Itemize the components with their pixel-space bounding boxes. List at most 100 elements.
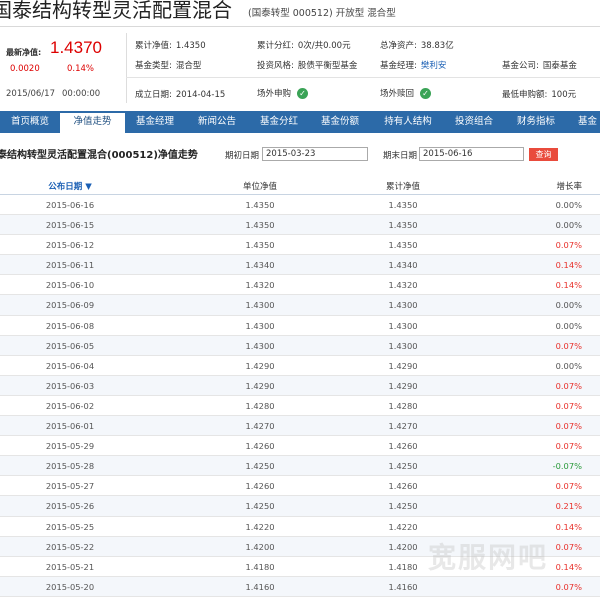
- table-row: 2015-05-27 1.4260 1.4260 0.07%: [0, 476, 600, 497]
- acc-nav-cell: 1.4350: [388, 240, 418, 251]
- assets-label: 总净资产:: [380, 41, 417, 51]
- offsite-purchase: 场外申购 ✓: [257, 87, 309, 99]
- unit-nav-cell: 1.4260: [245, 441, 275, 452]
- table-row: 2015-06-05 1.4300 1.4300 0.07%: [0, 335, 600, 356]
- check-icon: ✓: [297, 88, 309, 99]
- tab-portfolio[interactable]: 投资组合: [444, 111, 504, 133]
- acc-nav-cell: 1.4160: [388, 581, 418, 592]
- min-label: 最低申购额:: [502, 90, 548, 100]
- date-cell: 2015-06-05: [45, 340, 95, 351]
- date-cell: 2015-05-21: [45, 561, 95, 572]
- manager-label: 基金经理:: [380, 61, 417, 71]
- query-button[interactable]: 查询: [529, 148, 558, 161]
- unit-nav-cell: 1.4250: [245, 461, 275, 472]
- date-cell: 2015-05-22: [45, 541, 95, 552]
- col-growth-header: 增长率: [556, 182, 582, 192]
- growth-cell: 0.00%: [555, 220, 582, 231]
- unit-nav-cell: 1.4260: [245, 481, 275, 492]
- table-row: 2015-05-28 1.4250 1.4250 -0.07%: [0, 456, 600, 477]
- style-label: 投资风格:: [257, 61, 294, 71]
- manager-link[interactable]: 樊利安: [421, 61, 447, 71]
- table-row: 2015-06-02 1.4280 1.4280 0.07%: [0, 396, 600, 417]
- unit-nav-cell: 1.4200: [245, 541, 275, 552]
- nav-change-pct: 0.14%: [67, 64, 95, 74]
- sort-down-icon: ▼: [85, 182, 92, 192]
- acc-nav-cell: 1.4290: [388, 380, 418, 391]
- growth-cell: 0.07%: [555, 581, 582, 592]
- start-date-input[interactable]: [262, 147, 368, 161]
- date-cell: 2015-06-04: [45, 360, 95, 371]
- col-unit-nav-header: 单位净值: [242, 182, 277, 192]
- date-cell: 2015-06-10: [45, 280, 95, 291]
- growth-cell: 0.21%: [555, 501, 582, 512]
- table-row: 2015-05-25 1.4220 1.4220 0.14%: [0, 517, 600, 537]
- check-icon: ✓: [420, 88, 432, 99]
- date-cell: 2015-05-29: [45, 441, 95, 452]
- table-row: 2015-06-01 1.4270 1.4270 0.07%: [0, 416, 600, 437]
- tab-fund-manager[interactable]: 基金经理: [125, 111, 185, 133]
- nav-change: 0.0020: [10, 64, 40, 74]
- table-row: 2015-06-12 1.4350 1.4350 0.07%: [0, 235, 600, 256]
- tab-news[interactable]: 新闻公告: [187, 111, 247, 133]
- dividend: 累计分红: 0次/共0.00元: [257, 39, 351, 51]
- unit-nav-cell: 1.4160: [245, 581, 275, 592]
- growth-cell: 0.00%: [555, 320, 582, 331]
- unit-nav-cell: 1.4180: [245, 561, 275, 572]
- title-row: 国泰结构转型灵活配置混合 (国泰转型 000512) 开放型 混合型: [0, 0, 600, 26]
- end-date-label: 期末日期: [383, 151, 418, 161]
- growth-cell: 0.07%: [555, 340, 582, 351]
- tab-financials[interactable]: 财务指标: [506, 111, 566, 133]
- tab-dividend[interactable]: 基金分红: [249, 111, 309, 133]
- unit-nav-cell: 1.4300: [245, 340, 275, 351]
- table-row: 2015-05-26 1.4250 1.4250 0.21%: [0, 496, 600, 517]
- table-header: 公布日期 ▼ 单位净值 累计净值 增长率: [0, 175, 600, 195]
- unit-nav-cell: 1.4350: [245, 220, 275, 231]
- table-row: 2015-06-04 1.4290 1.4290 0.00%: [0, 356, 600, 376]
- date-cell: 2015-06-16: [45, 200, 95, 210]
- date-cell: 2015-06-03: [45, 380, 95, 391]
- col-date-header[interactable]: 公布日期 ▼: [0, 180, 140, 192]
- acc-nav: 累计净值: 1.4350: [135, 39, 206, 51]
- tab-shares[interactable]: 基金份额: [310, 111, 370, 133]
- offsite-redeem: 场外赎回 ✓: [380, 87, 432, 99]
- redeem-label: 场外赎回: [380, 89, 415, 99]
- unit-nav-cell: 1.4350: [245, 240, 275, 251]
- unit-nav-cell: 1.4290: [245, 360, 275, 371]
- end-date-input[interactable]: [419, 147, 524, 161]
- tab-bar: 首页概览 净值走势 基金经理 新闻公告 基金分红 基金份额 持有人结构 投资组合…: [0, 111, 600, 133]
- acc-nav-cell: 1.4300: [388, 300, 418, 311]
- style-value: 股债平衡型基金: [297, 61, 358, 71]
- acc-nav-cell: 1.4300: [388, 320, 418, 331]
- tab-fund[interactable]: 基金: [568, 111, 600, 133]
- acc-nav-cell: 1.4280: [388, 400, 418, 411]
- start-date-label: 期初日期: [225, 151, 260, 161]
- inception-value: 2014-04-15: [175, 90, 226, 100]
- min-purchase: 最低申购额: 100元: [502, 88, 576, 100]
- acc-nav-cell: 1.4250: [388, 461, 418, 472]
- tab-holders[interactable]: 持有人结构: [374, 111, 442, 133]
- divider: [126, 77, 600, 78]
- tab-nav-trend[interactable]: 净值走势: [60, 111, 125, 133]
- unit-nav-cell: 1.4220: [245, 521, 275, 532]
- tab-overview[interactable]: 首页概览: [0, 111, 60, 133]
- growth-cell: -0.07%: [552, 461, 582, 472]
- growth-cell: 0.07%: [555, 240, 582, 251]
- nav-value: 1.4370: [50, 38, 102, 57]
- acc-nav-value: 1.4350: [175, 41, 206, 51]
- date-cell: 2015-06-01: [45, 421, 95, 432]
- acc-nav-cell: 1.4220: [388, 521, 418, 532]
- date-cell: 2015-05-28: [45, 461, 95, 472]
- growth-cell: 0.14%: [555, 260, 582, 271]
- acc-nav-cell: 1.4270: [388, 421, 418, 432]
- company-label: 基金公司:: [502, 61, 539, 71]
- acc-nav-cell: 1.4290: [388, 360, 418, 371]
- table-row: 2015-06-09 1.4300 1.4300 0.00%: [0, 295, 600, 316]
- date-cell: 2015-06-09: [45, 300, 95, 311]
- unit-nav-cell: 1.4290: [245, 380, 275, 391]
- growth-cell: 0.14%: [555, 521, 582, 532]
- growth-cell: 0.07%: [555, 481, 582, 492]
- growth-cell: 0.07%: [555, 380, 582, 391]
- total-assets: 总净资产: 38.83亿: [380, 39, 454, 51]
- acc-nav-cell: 1.4260: [388, 441, 418, 452]
- min-value: 100元: [551, 90, 577, 100]
